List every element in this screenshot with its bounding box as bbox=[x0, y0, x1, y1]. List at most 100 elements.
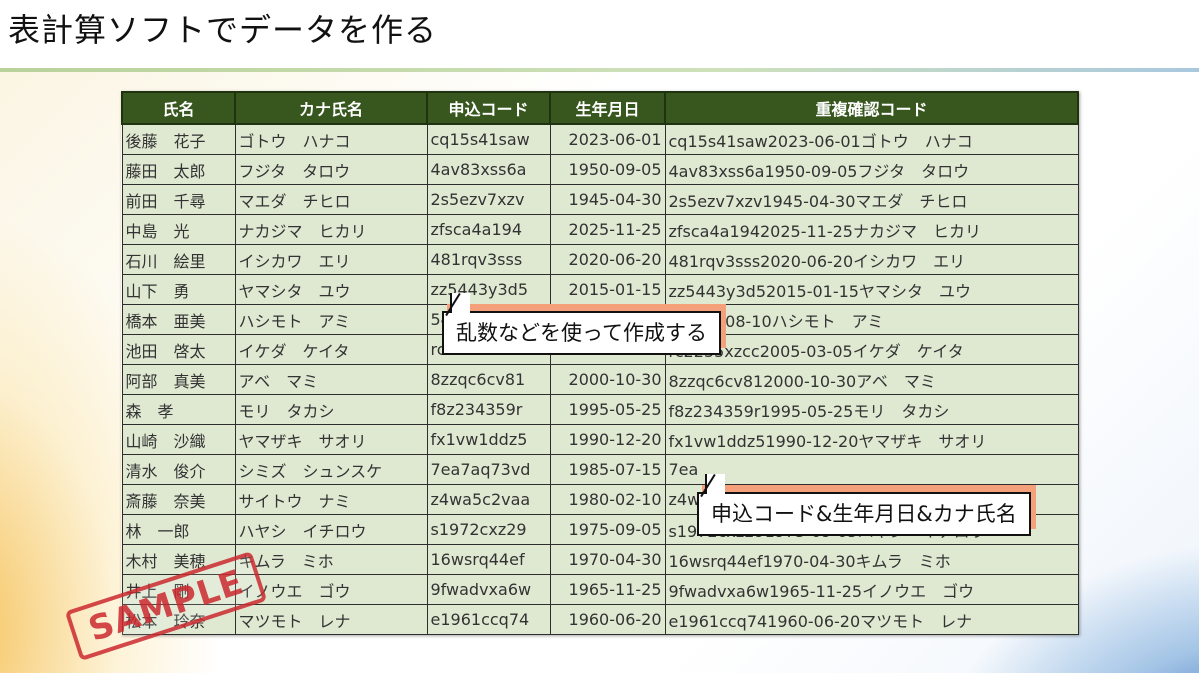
callout-pointer bbox=[450, 293, 470, 313]
cell-kana-name: キムラ ミホ bbox=[234, 544, 428, 575]
cell-birthdate: 2015-01-15 bbox=[549, 274, 666, 305]
cell-kana-name: ヤマザキ サオリ bbox=[234, 424, 428, 455]
header-name: 氏名 bbox=[121, 91, 236, 125]
table-row: 阿部 真美 アベ マミ 8zzqc6cv81 2000-10-30 8zzqc6cv81… bbox=[121, 364, 1079, 395]
table-row: 山下 勇ヤマシタ ユウ zz5443y3d5 2015-01-15 zz5443y3d… bbox=[121, 274, 1079, 305]
table-row: 前田 千尋 マエダ チヒロ 2s5ezv7xzv 1945-04-30 2s5ezv7x… bbox=[121, 184, 1079, 215]
cell-kana-name: シミズ シュンスケ bbox=[234, 454, 428, 485]
cell-application-code: 7ea7aq73vd bbox=[426, 454, 551, 485]
cell-birthdate: 2020-06-20 bbox=[549, 244, 666, 275]
cell-name: 斎藤 奈美 bbox=[121, 484, 236, 515]
header-duplicate-check-code: 重複確認コード bbox=[664, 91, 1079, 125]
cell-name: 森 孝 bbox=[121, 394, 236, 425]
table-row: 山崎 沙織 ヤマザキ サオリ fx1vw1ddz5 1990-12-20 fx1vw1d… bbox=[121, 424, 1079, 455]
cell-birthdate: 1960-06-20 bbox=[549, 604, 666, 635]
cell-kana-name: ヤマシタ ユウ bbox=[234, 274, 428, 305]
cell-duplicate-check-code: 4av83xss6a1950-09-05フジタ タロウ bbox=[664, 154, 1079, 185]
cell-name: 橋本 亜美 bbox=[121, 304, 236, 335]
cell-birthdate: 1995-05-25 bbox=[549, 394, 666, 425]
cell-name: 後藤 花子 bbox=[121, 123, 236, 155]
callout-random-text: 乱数などを使って作成する bbox=[456, 321, 707, 345]
table-row: 後藤 花子 ゴトウ ハナコ cq15s41saw 2023-06-01 cq15s41s… bbox=[121, 123, 1079, 155]
header-birthdate: 生年月日 bbox=[549, 91, 666, 125]
cell-application-code: 9fwadvxa6w bbox=[426, 574, 551, 605]
cell-duplicate-check-code: 42010-08-10ハシモト アミ bbox=[664, 304, 1079, 335]
cell-application-code: zfsca4a194 bbox=[426, 214, 551, 245]
cell-duplicate-check-code: zfsca4a1942025-11-25ナカジマ ヒカリ bbox=[664, 214, 1079, 245]
slide-title: 表計算ソフトでデータを作る bbox=[8, 11, 438, 49]
cell-duplicate-check-code: 16wsrq44ef1970-04-30キムラ ミホ bbox=[664, 544, 1079, 575]
callout-random-code: 乱数などを使って作成する bbox=[442, 293, 721, 355]
cell-duplicate-check-code: e1961ccq741960-06-20マツモト レナ bbox=[664, 604, 1079, 635]
cell-application-code: 481rqv3sss bbox=[426, 244, 551, 275]
data-table: 氏名 カナ氏名 申込コード 生年月日 重複確認コード 後藤 花子 ゴトウ ハナコ c… bbox=[121, 91, 1079, 635]
cell-application-code: 4av83xss6a bbox=[426, 154, 551, 185]
cell-duplicate-check-code: zz5443y3d52015-01-15ヤマシタ ユウ bbox=[664, 274, 1079, 305]
table-row: 森 孝モリ タカシ f8z234359r 1995-05-25 f8z234359r1… bbox=[121, 394, 1079, 425]
cell-application-code: z4wa5c2vaa bbox=[426, 484, 551, 515]
cell-kana-name: ハヤシ イチロウ bbox=[234, 514, 428, 545]
table-row: 井上 剛イノウエ ゴウ 9fwadvxa6w 1965-11-25 9fwadvxa6… bbox=[121, 574, 1079, 605]
cell-duplicate-check-code: 9fwadvxa6w1965-11-25イノウエ ゴウ bbox=[664, 574, 1079, 605]
table-row: 藤田 太郎 フジタ タロウ 4av83xss6a 1950-09-05 4av83xss… bbox=[121, 154, 1079, 185]
cell-name: 石川 絵里 bbox=[121, 244, 236, 275]
cell-kana-name: フジタ タロウ bbox=[234, 154, 428, 185]
header-application-code: 申込コード bbox=[426, 91, 551, 125]
cell-birthdate: 1975-09-05 bbox=[549, 514, 666, 545]
cell-kana-name: ナカジマ ヒカリ bbox=[234, 214, 428, 245]
cell-birthdate: 1965-11-25 bbox=[549, 574, 666, 605]
header-row: 氏名 カナ氏名 申込コード 生年月日 重複確認コード bbox=[121, 91, 1079, 125]
cell-duplicate-check-code: cq15s41saw2023-06-01ゴトウ ハナコ bbox=[664, 123, 1079, 155]
cell-birthdate: 2000-10-30 bbox=[549, 364, 666, 395]
table-row: 中島 光ナカジマ ヒカリ zfsca4a194 2025-11-25 zfsca4a1… bbox=[121, 214, 1079, 245]
cell-kana-name: ゴトウ ハナコ bbox=[234, 123, 428, 155]
cell-application-code: f8z234359r bbox=[426, 394, 551, 425]
cell-kana-name: マツモト レナ bbox=[234, 604, 428, 635]
cell-duplicate-check-code: rc2235xzcc2005-03-05イケダ ケイタ bbox=[664, 334, 1079, 365]
table-body: 後藤 花子 ゴトウ ハナコ cq15s41saw 2023-06-01 cq15s41s… bbox=[121, 123, 1079, 635]
cell-birthdate: 1970-04-30 bbox=[549, 544, 666, 575]
cell-kana-name: サイトウ ナミ bbox=[234, 484, 428, 515]
cell-name: 藤田 太郎 bbox=[121, 154, 236, 185]
cell-application-code: cq15s41saw bbox=[426, 123, 551, 155]
cell-kana-name: イケダ ケイタ bbox=[234, 334, 428, 365]
cell-name: 清水 俊介 bbox=[121, 454, 236, 485]
cell-duplicate-check-code: f8z234359r1995-05-25モリ タカシ bbox=[664, 394, 1079, 425]
cell-name: 山崎 沙織 bbox=[121, 424, 236, 455]
cell-application-code: e1961ccq74 bbox=[426, 604, 551, 635]
cell-birthdate: 1985-07-15 bbox=[549, 454, 666, 485]
cell-birthdate: 1945-04-30 bbox=[549, 184, 666, 215]
cell-birthdate: 2025-11-25 bbox=[549, 214, 666, 245]
cell-duplicate-check-code: 8zzqc6cv812000-10-30アベ マミ bbox=[664, 364, 1079, 395]
cell-kana-name: モリ タカシ bbox=[234, 394, 428, 425]
cell-kana-name: イシカワ エリ bbox=[234, 244, 428, 275]
cell-name: 前田 千尋 bbox=[121, 184, 236, 215]
cell-application-code: fx1vw1ddz5 bbox=[426, 424, 551, 455]
cell-application-code: 2s5ezv7xzv bbox=[426, 184, 551, 215]
table-row: 松本 玲奈 マツモト レナ e1961ccq74 1960-06-20 e1961ccq… bbox=[121, 604, 1079, 635]
cell-name: 阿部 真美 bbox=[121, 364, 236, 395]
cell-duplicate-check-code: 7ea bbox=[664, 454, 1079, 485]
callout-concat-text: 申込コード&生年月日&カナ氏名 bbox=[711, 502, 1017, 526]
cell-duplicate-check-code: 2s5ezv7xzv1945-04-30マエダ チヒロ bbox=[664, 184, 1079, 215]
cell-kana-name: アベ マミ bbox=[234, 364, 428, 395]
callout-pointer bbox=[705, 474, 725, 494]
cell-birthdate: 1950-09-05 bbox=[549, 154, 666, 185]
cell-application-code: zz5443y3d5 bbox=[426, 274, 551, 305]
cell-birthdate: 2023-06-01 bbox=[549, 123, 666, 155]
cell-name: 山下 勇 bbox=[121, 274, 236, 305]
cell-name: 池田 啓太 bbox=[121, 334, 236, 365]
table-row: 木村 美穂 キムラ ミホ 16wsrq44ef 1970-04-30 16wsrq44e… bbox=[121, 544, 1079, 575]
table-row: 石川 絵里 イシカワ エリ 481rqv3sss 2020-06-20 481rqv3s… bbox=[121, 244, 1079, 275]
title-divider bbox=[0, 68, 1199, 72]
table-row: 清水 俊介 シミズ シュンスケ 7ea7aq73vd 1985-07-15 7ea bbox=[121, 454, 1079, 485]
cell-birthdate: 1990-12-20 bbox=[549, 424, 666, 455]
cell-kana-name: ハシモト アミ bbox=[234, 304, 428, 335]
cell-duplicate-check-code: fx1vw1ddz51990-12-20ヤマザキ サオリ bbox=[664, 424, 1079, 455]
cell-kana-name: マエダ チヒロ bbox=[234, 184, 428, 215]
cell-name: 中島 光 bbox=[121, 214, 236, 245]
cell-application-code: 16wsrq44ef bbox=[426, 544, 551, 575]
cell-application-code: 8zzqc6cv81 bbox=[426, 364, 551, 395]
cell-application-code: s1972cxz29 bbox=[426, 514, 551, 545]
cell-duplicate-check-code: 481rqv3sss2020-06-20イシカワ エリ bbox=[664, 244, 1079, 275]
